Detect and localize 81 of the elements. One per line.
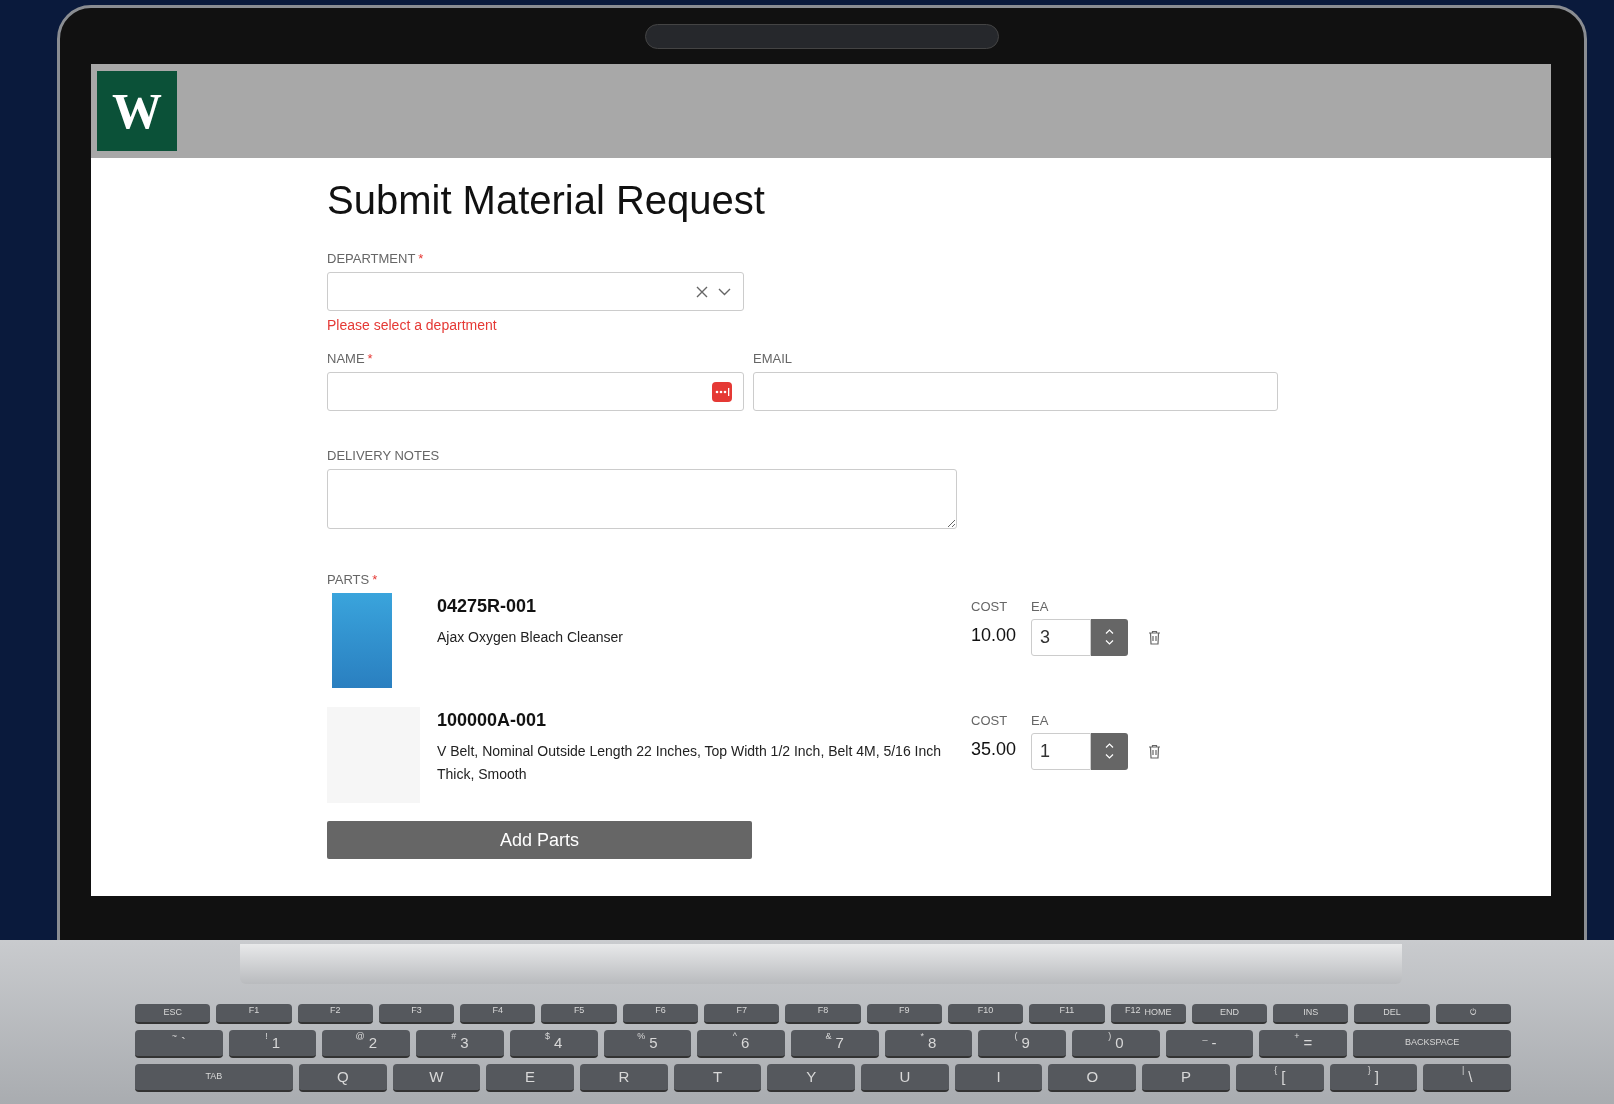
keyboard-key[interactable]: F7 — [704, 1004, 780, 1024]
keyboard-key[interactable]: TAB — [135, 1064, 293, 1092]
keyboard-key[interactable]: F3 — [378, 1004, 455, 1024]
keyboard-key[interactable]: F2 — [297, 1004, 373, 1024]
required-mark: * — [418, 250, 424, 269]
keyboard-key[interactable]: ( 9 — [978, 1030, 1067, 1058]
keyboard-key[interactable]: * 8 — [884, 1030, 973, 1058]
keyboard-key[interactable]: | \ — [1423, 1064, 1511, 1092]
keyboard-key[interactable]: END — [1191, 1004, 1268, 1024]
chevron-down-icon[interactable] — [718, 287, 731, 296]
keyboard-key[interactable]: F4 — [460, 1004, 536, 1024]
keyboard-key[interactable]: F11 — [1029, 1004, 1105, 1024]
keyboard-key[interactable]: F5 — [541, 1004, 617, 1024]
part-number: 04275R-001 — [437, 595, 538, 618]
part-number: 100000A-001 — [437, 709, 548, 732]
cost-label: COST — [971, 712, 1009, 730]
keyboard-key[interactable]: F10 — [947, 1004, 1024, 1024]
keyboard-key[interactable]: } ] — [1329, 1064, 1418, 1092]
keyboard-key[interactable]: O — [1048, 1064, 1137, 1092]
keyboard-key[interactable]: F12 HOME — [1110, 1004, 1186, 1024]
logo[interactable]: W — [97, 71, 177, 151]
keyboard-key[interactable]: ESC — [135, 1004, 211, 1024]
keyboard-key[interactable]: & 7 — [790, 1030, 879, 1058]
keyboard-key[interactable]: U — [861, 1064, 949, 1092]
keyboard-key[interactable]: R — [579, 1064, 668, 1092]
keyboard-key[interactable]: ⏻ — [1435, 1004, 1512, 1024]
keyboard-key[interactable]: BACKSPACE — [1353, 1030, 1511, 1058]
cost-value: 35.00 — [971, 737, 1018, 761]
keyboard-key[interactable]: $ 4 — [509, 1030, 598, 1058]
cost-label: COST — [971, 598, 1009, 616]
part-description: Ajax Oxygen Bleach Cleanser — [437, 628, 624, 647]
keyboard-key[interactable]: ^ 6 — [697, 1030, 785, 1058]
unit-label: EA — [1031, 712, 1050, 730]
keyboard-key[interactable]: F9 — [866, 1004, 942, 1024]
field-label: DEPARTMENT — [327, 250, 416, 269]
error-message: Please select a department — [327, 316, 498, 335]
keyboard-key[interactable]: T — [673, 1064, 762, 1092]
chevron-up-icon[interactable] — [1105, 743, 1114, 748]
add-parts-button[interactable]: Add Parts — [327, 821, 752, 859]
page-title: Submit Material Request — [327, 177, 766, 224]
keyboard-key[interactable]: _ - — [1165, 1030, 1254, 1058]
keyboard-key[interactable]: P — [1142, 1064, 1230, 1092]
part-description: V Belt, Nominal Outside Length 22 Inches, Top Width 1/2 Inch, Belt 4M, 5/16 Inch Thick, Smooth — [437, 742, 943, 784]
keyboard-key[interactable]: + = — [1259, 1030, 1348, 1058]
name-field[interactable] — [327, 372, 744, 411]
keyboard-key[interactable]: Y — [767, 1064, 856, 1092]
keyboard-key[interactable]: Q — [298, 1064, 387, 1092]
quantity-stepper[interactable] — [1091, 732, 1128, 770]
field-label: PARTS — [327, 571, 370, 590]
keyboard-key[interactable]: F6 — [622, 1004, 699, 1024]
keyboard-key[interactable]: INS — [1273, 1004, 1349, 1024]
keyboard-key[interactable]: @ 2 — [322, 1030, 411, 1058]
quantity-field[interactable]: 3 — [1031, 618, 1091, 656]
delivery-notes-field[interactable] — [327, 469, 957, 529]
keyboard-key[interactable]: I — [954, 1064, 1043, 1092]
keyboard-key[interactable]: ) 0 — [1072, 1030, 1160, 1058]
required-mark: * — [367, 350, 373, 369]
keyboard-key[interactable]: W — [392, 1064, 481, 1092]
clear-icon[interactable] — [696, 285, 708, 298]
keyboard-key[interactable]: F1 — [216, 1004, 292, 1024]
trash-icon[interactable] — [1148, 743, 1161, 759]
quantity-field[interactable]: 1 — [1031, 732, 1091, 770]
trash-icon[interactable] — [1148, 629, 1161, 645]
cost-value: 10.00 — [971, 623, 1018, 647]
keyboard-key[interactable]: E — [486, 1064, 574, 1092]
keyboard-key[interactable]: % 5 — [603, 1030, 692, 1058]
unit-label: EA — [1031, 598, 1050, 616]
keyboard-key[interactable]: { [ — [1235, 1064, 1324, 1092]
required-mark: * — [372, 571, 378, 590]
field-label: NAME — [327, 350, 365, 369]
email-field[interactable] — [753, 372, 1278, 411]
keyboard-key[interactable]: ! 1 — [228, 1030, 317, 1058]
keyboard-key[interactable]: F8 — [785, 1004, 861, 1024]
keyboard-key[interactable]: ~ ` — [135, 1030, 223, 1058]
quantity-stepper[interactable] — [1091, 618, 1128, 656]
chevron-up-icon[interactable] — [1105, 629, 1114, 634]
field-label: EMAIL — [753, 350, 792, 369]
field-label: DELIVERY NOTES — [327, 447, 440, 466]
password-manager-icon[interactable] — [712, 381, 732, 402]
keyboard-key[interactable]: # 3 — [416, 1030, 504, 1058]
keyboard-key[interactable]: DEL — [1354, 1004, 1430, 1024]
